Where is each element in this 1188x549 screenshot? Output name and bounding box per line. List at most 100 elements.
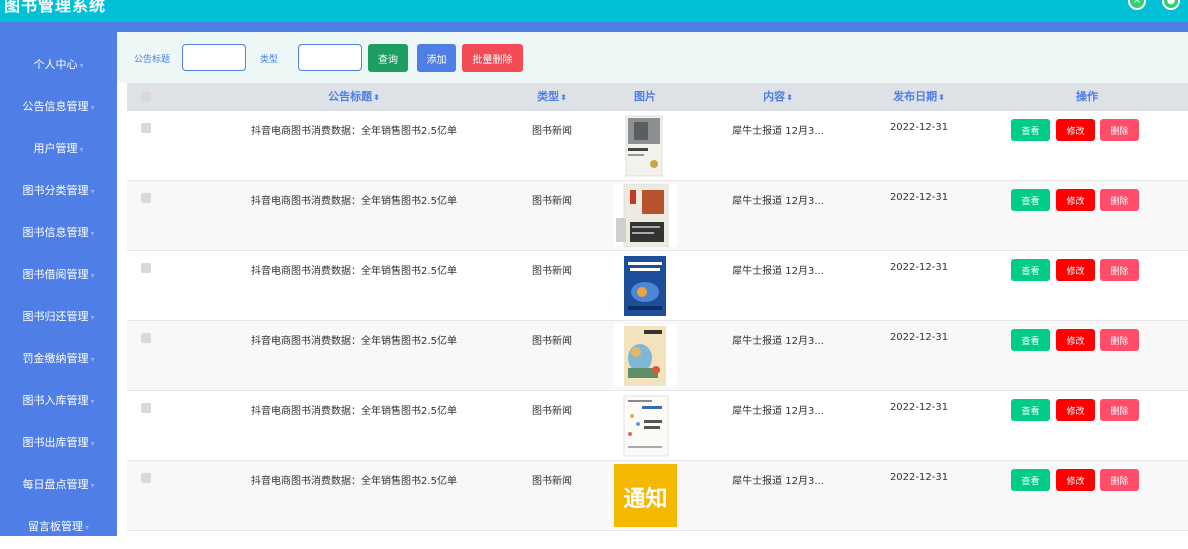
sidebar-item[interactable]: 图书入库管理 ▾: [0, 380, 117, 422]
delete-button[interactable]: 删除: [1100, 469, 1139, 491]
sidebar-item[interactable]: 用户管理 ▾: [0, 128, 117, 170]
row-type: 图书新闻: [532, 126, 572, 137]
chevron-down-icon: ▾: [90, 355, 95, 364]
row-content: 犀牛士报道 12月3...: [732, 476, 824, 487]
type-search-label: 类型: [260, 55, 279, 65]
table-row: 抖音电商图书消费数据：全年销售图书2.5亿单 图书新闻 犀牛士报道 12月3... 2…: [127, 321, 1188, 391]
sidebar-item-label: 图书分类管理: [22, 184, 89, 197]
header-type-label: 类型: [537, 90, 560, 103]
row-checkbox[interactable]: [141, 473, 151, 483]
select-all-checkbox[interactable]: [141, 92, 151, 102]
row-title: 抖音电商图书消费数据：全年销售图书2.5亿单: [251, 196, 457, 207]
view-button[interactable]: 查看: [1011, 119, 1050, 141]
table-header: 公告标题⬍ 类型⬍ 图片 内容⬍ 发布日期⬍ 操作: [127, 83, 1188, 111]
view-button[interactable]: 查看: [1011, 329, 1050, 351]
app-title: 图书管理系统: [4, 0, 107, 15]
title-search-input[interactable]: [182, 44, 246, 71]
row-checkbox[interactable]: [141, 123, 151, 133]
header-content[interactable]: 内容⬍: [738, 83, 818, 111]
sidebar-item[interactable]: 图书借阅管理 ▾: [0, 254, 117, 296]
batch-delete-button[interactable]: 批量删除: [462, 44, 523, 72]
sidebar-item[interactable]: 每日盘点管理 ▾: [0, 464, 117, 506]
top-header: 图书管理系统 × ●: [0, 0, 1188, 22]
chevron-down-icon: ▾: [90, 397, 95, 406]
header-content-label: 内容: [763, 90, 786, 103]
row-title: 抖音电商图书消费数据：全年销售图书2.5亿单: [251, 266, 457, 277]
row-type: 图书新闻: [532, 476, 572, 487]
sort-icon[interactable]: ⬍: [938, 93, 945, 102]
edit-button[interactable]: 修改: [1056, 329, 1095, 351]
add-button[interactable]: 添加: [417, 44, 456, 72]
user-icon[interactable]: ●: [1162, 0, 1180, 10]
row-title: 抖音电商图书消费数据：全年销售图书2.5亿单: [251, 336, 457, 347]
edit-button[interactable]: 修改: [1056, 399, 1095, 421]
row-title: 抖音电商图书消费数据：全年销售图书2.5亿单: [251, 476, 457, 487]
view-button[interactable]: 查看: [1011, 469, 1050, 491]
sidebar-item[interactable]: 留言板管理 ▾: [0, 506, 117, 548]
chevron-down-icon: ▾: [84, 523, 89, 532]
edit-button[interactable]: 修改: [1056, 259, 1095, 281]
close-icon[interactable]: ×: [1128, 0, 1146, 10]
row-type: 图书新闻: [532, 266, 572, 277]
row-date: 2022-12-31: [889, 122, 949, 133]
chevron-down-icon: ▾: [90, 103, 95, 112]
table-row: 抖音电商图书消费数据：全年销售图书2.5亿单 图书新闻通知 犀牛士报道 12月3..…: [127, 461, 1188, 531]
query-button[interactable]: 查询: [368, 44, 408, 72]
title-search-label: 公告标题: [134, 55, 171, 65]
sidebar-item[interactable]: 图书分类管理 ▾: [0, 170, 117, 212]
header-date[interactable]: 发布日期⬍: [869, 83, 969, 111]
row-type: 图书新闻: [532, 196, 572, 207]
row-content: 犀牛士报道 12月3...: [732, 336, 824, 347]
chevron-down-icon: ▾: [90, 187, 95, 196]
row-date: 2022-12-31: [889, 472, 949, 483]
row-type: 图书新闻: [532, 336, 572, 347]
table-row: 抖音电商图书消费数据：全年销售图书2.5亿单 图书新闻 犀牛士报道 12月3... 2…: [127, 181, 1188, 251]
row-checkbox[interactable]: [141, 333, 151, 343]
row-checkbox[interactable]: [141, 403, 151, 413]
view-button[interactable]: 查看: [1011, 259, 1050, 281]
view-button[interactable]: 查看: [1011, 399, 1050, 421]
chevron-down-icon: ▾: [90, 481, 95, 490]
sidebar-item[interactable]: 图书信息管理 ▾: [0, 212, 117, 254]
sidebar-item[interactable]: 罚金缴纳管理 ▾: [0, 338, 117, 380]
header-title-label: 公告标题: [328, 90, 373, 103]
svg-text:通知: 通知: [623, 486, 667, 512]
edit-button[interactable]: 修改: [1056, 119, 1095, 141]
sidebar-item[interactable]: 公告信息管理 ▾: [0, 86, 117, 128]
row-checkbox[interactable]: [141, 263, 151, 273]
sidebar-item-label: 图书借阅管理: [22, 268, 89, 281]
row-image: [614, 183, 677, 248]
type-search-input[interactable]: [298, 44, 362, 71]
row-image: [614, 324, 677, 387]
header-type[interactable]: 类型⬍: [512, 83, 592, 111]
sidebar-item[interactable]: 个人中心 ▾: [0, 44, 117, 86]
row-image: [614, 114, 677, 177]
delete-button[interactable]: 删除: [1100, 259, 1139, 281]
header-title[interactable]: 公告标题⬍: [284, 83, 424, 111]
edit-button[interactable]: 修改: [1056, 189, 1095, 211]
row-image: [614, 254, 677, 317]
chevron-down-icon: ▾: [90, 229, 95, 238]
delete-button[interactable]: 删除: [1100, 329, 1139, 351]
sort-icon[interactable]: ⬍: [786, 93, 793, 102]
row-type: 图书新闻: [532, 406, 572, 417]
delete-button[interactable]: 删除: [1100, 189, 1139, 211]
sidebar-item-label: 图书入库管理: [22, 394, 89, 407]
row-date: 2022-12-31: [889, 402, 949, 413]
delete-button[interactable]: 删除: [1100, 399, 1139, 421]
sort-icon[interactable]: ⬍: [373, 93, 380, 102]
view-button[interactable]: 查看: [1011, 189, 1050, 211]
sidebar-item[interactable]: 图书出库管理 ▾: [0, 422, 117, 464]
delete-button[interactable]: 删除: [1100, 119, 1139, 141]
header-actions: 操作: [1076, 90, 1098, 103]
row-checkbox[interactable]: [141, 193, 151, 203]
row-image: [614, 394, 677, 457]
edit-button[interactable]: 修改: [1056, 469, 1095, 491]
row-date: 2022-12-31: [889, 262, 949, 273]
header-image: 图片: [634, 90, 656, 103]
sidebar-item-label: 个人中心: [33, 58, 78, 71]
row-content: 犀牛士报道 12月3...: [732, 406, 824, 417]
sort-icon[interactable]: ⬍: [560, 93, 567, 102]
sidebar-item[interactable]: 图书归还管理 ▾: [0, 296, 117, 338]
table-row: 抖音电商图书消费数据：全年销售图书2.5亿单 图书新闻 犀牛士报道 12月3... 2…: [127, 391, 1188, 461]
